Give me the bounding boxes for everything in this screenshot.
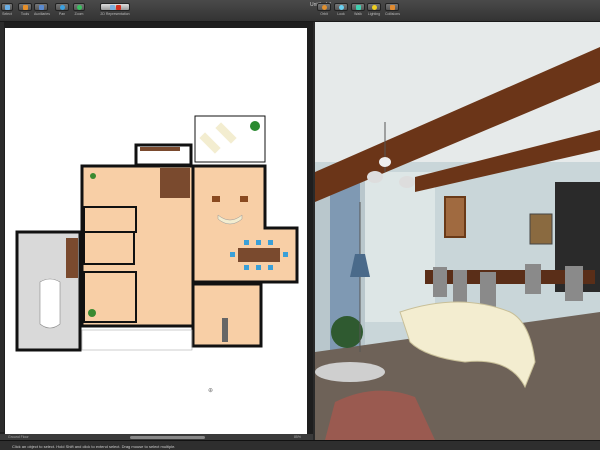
lighting-button[interactable]: Lighting	[367, 3, 381, 16]
dining-table	[238, 248, 280, 262]
walk-button[interactable]: Walk	[351, 3, 365, 16]
orbit-button[interactable]: Orbit	[317, 3, 331, 16]
2d-representation-icon	[109, 4, 115, 10]
armchair	[212, 196, 220, 202]
painting	[529, 213, 553, 245]
garage-stairs	[66, 238, 78, 278]
stairs	[160, 168, 190, 198]
3d-scene[interactable]	[315, 22, 600, 440]
pan-icon	[59, 4, 65, 10]
living-room[interactable]	[191, 164, 299, 284]
status-bar: Click an object to select. Hold Shift an…	[0, 440, 600, 450]
bathroom[interactable]	[83, 206, 137, 233]
doorway	[365, 172, 435, 322]
3d-view[interactable]	[315, 22, 600, 440]
cursor-icon	[4, 4, 10, 10]
look-button[interactable]: Look	[334, 3, 348, 16]
plant	[250, 121, 260, 131]
plant	[331, 316, 363, 348]
lighting-icon	[371, 4, 377, 10]
plant	[88, 309, 96, 317]
plan-view[interactable]: ⊕ Ground Floor 85%	[0, 22, 313, 440]
look-icon	[338, 4, 344, 10]
tools-icon	[22, 4, 28, 10]
floor-plan-canvas[interactable]: ⊕	[5, 28, 307, 434]
shelf	[140, 147, 180, 151]
pan-button[interactable]: Pan	[55, 3, 69, 16]
porch	[81, 329, 193, 351]
floor-selector[interactable]: Ground Floor	[8, 435, 29, 439]
painting	[444, 196, 466, 238]
toolbar: Untitled 4 Select Tools Auxiliaries Pan …	[0, 0, 600, 22]
plant	[90, 173, 96, 179]
car	[39, 278, 61, 329]
coffee-table	[315, 362, 385, 382]
zoom-icon	[76, 4, 82, 10]
floor-plan[interactable]: ⊕	[5, 28, 307, 434]
armchair	[240, 196, 248, 202]
select-tool[interactable]: Select	[1, 3, 13, 16]
status-message: Click an object to select. Hold Shift an…	[12, 444, 176, 449]
2d-representation-button[interactable]: 2D Representation	[100, 3, 130, 16]
storage[interactable]	[83, 231, 135, 265]
auxiliaries-icon	[38, 4, 44, 10]
collisions-button[interactable]: Collisions	[385, 3, 400, 16]
kitchen-island	[222, 318, 228, 342]
auxiliaries-button[interactable]: Auxiliaries	[34, 3, 50, 16]
zoom-button[interactable]: Zoom	[73, 3, 85, 16]
tools-button[interactable]: Tools	[18, 3, 32, 16]
walk-icon	[355, 4, 361, 10]
horizontal-scrollbar[interactable]	[130, 435, 205, 439]
compass-icon: ⊕	[208, 388, 213, 394]
collisions-icon	[389, 4, 395, 10]
vertical-ruler	[0, 22, 4, 432]
orbit-icon	[321, 4, 327, 10]
zoom-level[interactable]: 85%	[294, 435, 301, 439]
